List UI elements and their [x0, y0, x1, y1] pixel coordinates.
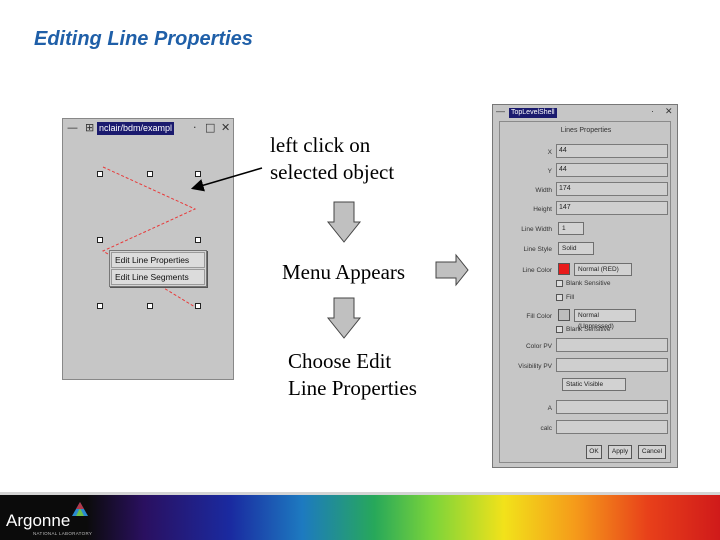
- calc-a-field[interactable]: [556, 400, 668, 414]
- line-color-label: Line Color: [522, 267, 552, 274]
- step1-line1: left click on: [270, 133, 371, 157]
- calc-a-label: A: [547, 405, 552, 412]
- menu-item-edit-line-properties[interactable]: Edit Line Properties: [111, 252, 205, 268]
- line-properties-dialog: — TopLevelShell · ✕ Lines Properties X 4…: [492, 104, 678, 468]
- blank-sensitive-label-2: Blank Sensitive: [566, 326, 611, 334]
- calc-label: calc: [540, 425, 552, 432]
- y-field[interactable]: 44: [556, 163, 668, 177]
- visibility-pv-label: Visibility PV: [518, 363, 552, 370]
- fill-label: Fill: [566, 294, 575, 302]
- fill-checkbox[interactable]: Fill: [556, 294, 574, 301]
- fill-color-mode-select[interactable]: Normal (Unpressed): [574, 309, 636, 330]
- calc-field[interactable]: [556, 420, 668, 434]
- step2-text: Menu Appears: [282, 260, 406, 284]
- footer-banner: [0, 492, 720, 540]
- fill-color-swatch[interactable]: [558, 309, 570, 321]
- dialog-menu-icon[interactable]: —: [496, 106, 505, 116]
- line-style-label: Line Style: [523, 246, 552, 253]
- selection-handle[interactable]: [97, 237, 103, 243]
- step3-text: Choose Edit Line Properties: [288, 348, 417, 402]
- x-field[interactable]: 44: [556, 144, 668, 158]
- selection-handle[interactable]: [195, 171, 201, 177]
- selection-handle[interactable]: [195, 237, 201, 243]
- menu-item-edit-line-segments[interactable]: Edit Line Segments: [111, 269, 205, 285]
- line-color-mode-select[interactable]: Normal (RED): [574, 263, 632, 276]
- down-arrow-icon: [326, 297, 362, 339]
- slide-title: Editing Line Properties: [34, 28, 253, 50]
- color-pv-label: Color PV: [525, 343, 552, 350]
- width-label: Width: [535, 187, 552, 194]
- right-arrow-icon: [435, 253, 469, 287]
- line-width-select[interactable]: 1: [558, 222, 584, 235]
- height-field[interactable]: 147: [556, 201, 668, 215]
- selection-handle[interactable]: [147, 171, 153, 177]
- selection-handle[interactable]: [97, 303, 103, 309]
- y-label: Y: [547, 168, 552, 175]
- line-width-label: Line Width: [521, 226, 552, 233]
- blank-sensitive-label-1: Blank Sensitive: [566, 280, 611, 288]
- dialog-title: TopLevelShell: [509, 108, 557, 118]
- editor-window: — ⊞ nclair/bdm/exampl · □ ✕ Edit Line Pr…: [62, 118, 234, 380]
- width-field[interactable]: 174: [556, 182, 668, 196]
- step1-text: left click on selected object: [270, 132, 394, 186]
- dialog-body: Lines Properties X 44 Y 44 Width 174 Hei…: [499, 121, 671, 463]
- down-arrow-icon: [326, 201, 362, 243]
- argonne-logo-sub: NATIONAL LABORATORY: [33, 531, 93, 536]
- selection-handle[interactable]: [97, 171, 103, 177]
- dialog-titlebar[interactable]: — TopLevelShell · ✕: [493, 105, 677, 119]
- fill-color-label: Fill Color: [526, 313, 552, 320]
- step3-line1: Choose Edit: [288, 349, 392, 373]
- dialog-minimize-icon[interactable]: ·: [651, 106, 654, 116]
- visibility-mode-select[interactable]: Static Visible: [562, 378, 626, 391]
- color-pv-field[interactable]: [556, 338, 668, 352]
- dialog-close-icon[interactable]: ✕: [665, 106, 673, 117]
- line-color-swatch[interactable]: [558, 263, 570, 275]
- argonne-logo-icon: [72, 502, 88, 516]
- ok-button[interactable]: OK: [586, 445, 602, 459]
- cancel-button[interactable]: Cancel: [638, 445, 666, 459]
- context-menu: Edit Line Properties Edit Line Segments: [109, 250, 207, 287]
- blank-sensitive-checkbox-2[interactable]: Blank Sensitive: [556, 326, 610, 333]
- height-label: Height: [533, 206, 552, 213]
- selection-handle[interactable]: [147, 303, 153, 309]
- argonne-logo: Argonne: [6, 511, 71, 530]
- section-title: Lines Properties: [560, 127, 612, 134]
- apply-button[interactable]: Apply: [608, 445, 632, 459]
- line-style-select[interactable]: Solid: [558, 242, 594, 255]
- visibility-pv-field[interactable]: [556, 358, 668, 372]
- blank-sensitive-checkbox-1[interactable]: Blank Sensitive: [556, 280, 610, 287]
- x-label: X: [547, 149, 552, 156]
- selection-handle[interactable]: [195, 303, 201, 309]
- step3-line2: Line Properties: [288, 376, 417, 400]
- step1-line2: selected object: [270, 160, 395, 184]
- footer-divider: [0, 492, 720, 495]
